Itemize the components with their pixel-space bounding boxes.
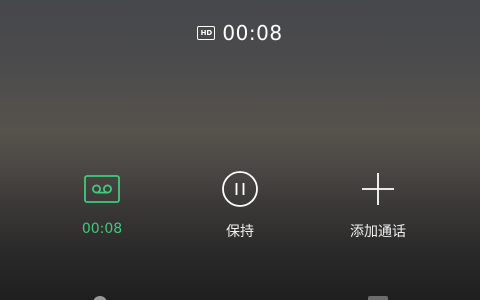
record-button[interactable]: 00:08 (42, 170, 162, 242)
plus-icon (359, 170, 397, 208)
keypad-icon[interactable] (368, 296, 388, 300)
record-duration-label: 00:08 (81, 221, 123, 237)
call-timer: 00:08 (222, 21, 283, 45)
hd-icon: HD (197, 26, 216, 40)
in-call-screen: HD 00:08 00:08 保持 添加通话 (0, 0, 480, 300)
add-call-label: 添加通话 (350, 224, 406, 240)
add-call-button[interactable]: 添加通话 (318, 170, 438, 242)
mute-icon[interactable] (93, 296, 107, 300)
hold-label: 保持 (226, 224, 254, 240)
hold-button[interactable]: 保持 (180, 170, 300, 242)
call-status: HD 00:08 (0, 20, 480, 46)
cassette-icon (83, 170, 121, 208)
pause-circle-icon (221, 170, 259, 208)
